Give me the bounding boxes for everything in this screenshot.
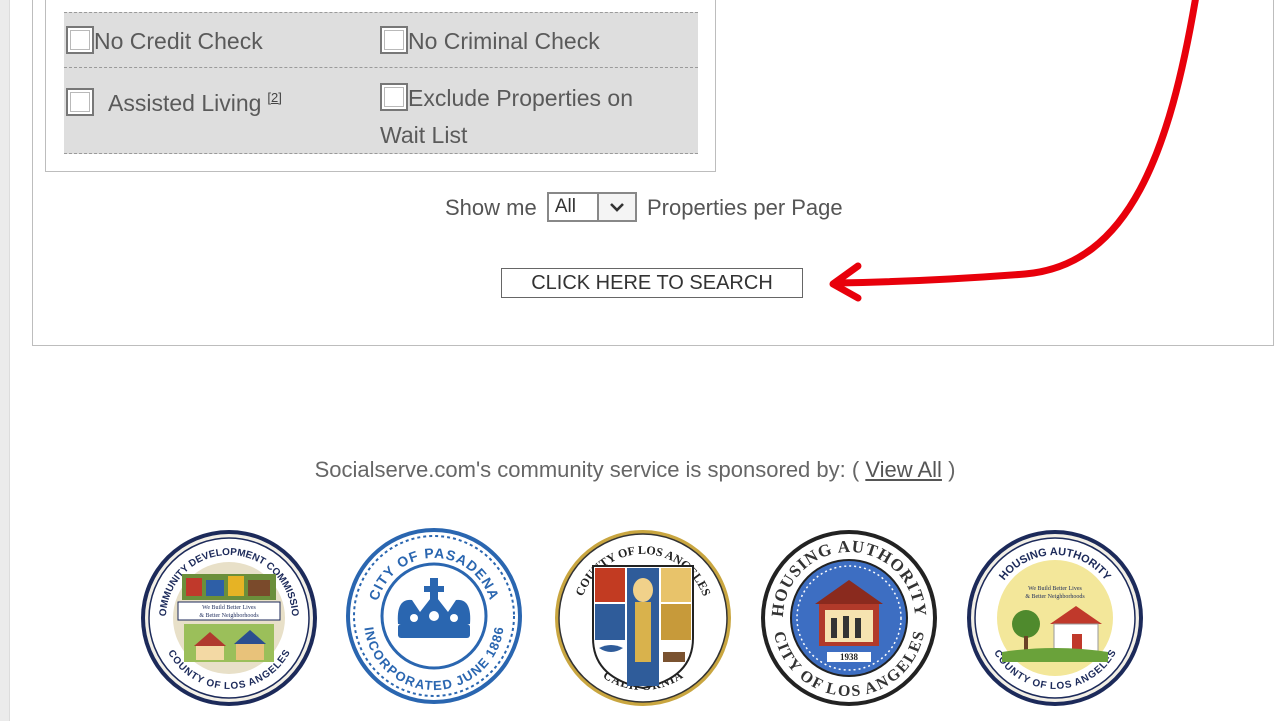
sponsor-close: ) <box>948 457 956 482</box>
view-all-link[interactable]: View All <box>865 457 942 482</box>
sponsor-text: Socialserve.com's community service is s… <box>314 457 860 482</box>
hacla-seal-year: 1938 <box>840 652 859 662</box>
cdc-seal-motto2: & Better Neighborhoods <box>199 613 259 619</box>
sponsor-line: Socialserve.com's community service is s… <box>0 457 1270 483</box>
la-county-seal[interactable]: COUNTY OF LOS ANGELES CALIFORNIA <box>553 528 733 708</box>
cdc-seal-motto1: We Build Better Lives <box>202 605 256 611</box>
hacla-seal[interactable]: HOUSING AUTHORITY CITY OF LOS ANGELES 19… <box>759 528 939 708</box>
cdc-seal[interactable]: COMMUNITY DEVELOPMENT COMMISSION COUNTY … <box>138 528 320 708</box>
hacola-seal[interactable]: HOUSING AUTHORITY COUNTY OF LOS ANGELES … <box>964 528 1146 708</box>
pasadena-seal[interactable]: CITY OF PASADENA INCORPORATED JUNE 1886 <box>346 528 522 704</box>
hacola-seal-motto1: We Build Better Lives <box>1028 586 1082 592</box>
hacola-seal-motto2: & Better Neighborhoods <box>1025 594 1085 600</box>
